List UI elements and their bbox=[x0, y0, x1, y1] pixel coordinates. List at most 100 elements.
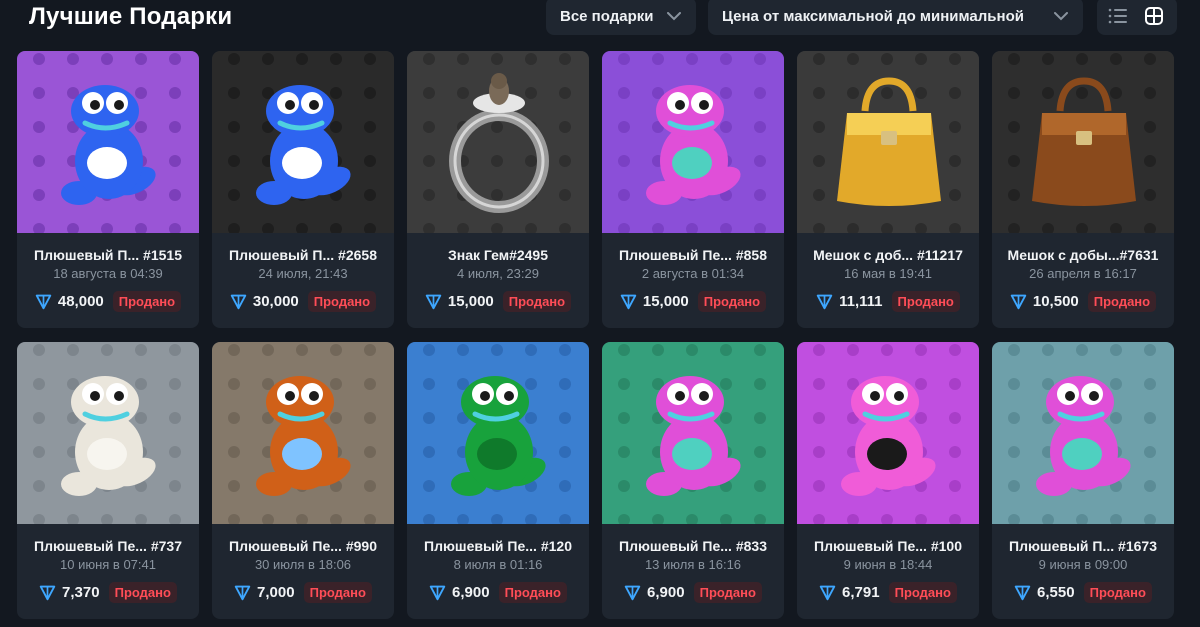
gift-price: 7,370 bbox=[62, 584, 100, 601]
gift-price: 6,900 bbox=[452, 584, 490, 601]
ton-icon bbox=[816, 293, 833, 310]
gift-card[interactable]: Плюшевый Пе... #120 8 июля в 01:16 6,900 Пр… bbox=[407, 342, 589, 619]
gift-card[interactable]: Знак Гем#2495 4 июля, 23:29 15,000 Продано bbox=[407, 51, 589, 328]
gift-name: Плюшевый Пе... #833 bbox=[619, 538, 767, 554]
gift-price: 6,550 bbox=[1037, 584, 1075, 601]
gift-date: 9 июня в 09:00 bbox=[1038, 557, 1128, 572]
gift-card[interactable]: Плюшевый Пе... #833 13 июля в 16:16 6,900 П… bbox=[602, 342, 784, 619]
gift-image bbox=[407, 51, 589, 233]
gift-date: 18 августа в 04:39 bbox=[53, 266, 163, 281]
page-title: Лучшие Подарки bbox=[29, 3, 233, 30]
status-badge: Продано bbox=[498, 582, 567, 603]
gift-date: 2 августа в 01:34 bbox=[641, 266, 745, 281]
gift-name: Плюшевый П... #1673 bbox=[1009, 538, 1157, 554]
header: Лучшие Подарки Все подарки Цена от макси… bbox=[0, 0, 1200, 38]
gift-image bbox=[602, 51, 784, 233]
price-row: 6,550 Продано bbox=[992, 582, 1174, 603]
gift-name: Мешок с добы...#7631 bbox=[1007, 247, 1159, 263]
gift-card[interactable]: Плюшевый П... #1673 9 июня в 09:00 6,550 Пр… bbox=[992, 342, 1174, 619]
status-badge: Продано bbox=[1087, 291, 1157, 312]
gift-date: 9 июня в 18:44 bbox=[843, 557, 933, 572]
gift-date: 8 июля в 01:16 bbox=[453, 557, 543, 572]
price-row: 10,500 Продано bbox=[992, 291, 1174, 312]
gift-date: 13 июля в 16:16 bbox=[644, 557, 742, 572]
price-row: 11,111 Продано bbox=[797, 291, 979, 312]
gift-image bbox=[992, 342, 1174, 524]
ton-icon bbox=[819, 584, 836, 601]
ton-icon bbox=[624, 584, 641, 601]
gift-price: 6,791 bbox=[842, 584, 880, 601]
status-badge: Продано bbox=[888, 582, 957, 603]
gift-date: 10 июня в 07:41 bbox=[60, 557, 156, 572]
gift-image bbox=[797, 51, 979, 233]
gift-name: Плюшевый П... #2658 bbox=[229, 247, 377, 263]
price-row: 7,370 Продано bbox=[17, 582, 199, 603]
ton-icon bbox=[1010, 293, 1027, 310]
status-badge: Продано bbox=[303, 582, 372, 603]
list-view-icon[interactable] bbox=[1099, 0, 1137, 35]
price-row: 15,000 Продано bbox=[407, 291, 589, 312]
gift-card[interactable]: Плюшевый Пе... #858 2 августа в 01:34 15,0… bbox=[602, 51, 784, 328]
status-badge: Продано bbox=[307, 291, 377, 312]
status-badge: Продано bbox=[1083, 582, 1152, 603]
gift-card[interactable]: Мешок с добы...#7631 26 апреля в 16:17 10,… bbox=[992, 51, 1174, 328]
gift-date: 26 апреля в 16:17 bbox=[1029, 266, 1137, 281]
ton-icon bbox=[1014, 584, 1031, 601]
price-row: 30,000 Продано bbox=[212, 291, 394, 312]
gift-image bbox=[797, 342, 979, 524]
gift-card[interactable]: Мешок с доб... #11217 16 мая в 19:41 11,11… bbox=[797, 51, 979, 328]
price-row: 7,000 Продано bbox=[212, 582, 394, 603]
gift-card[interactable]: Плюшевый Пе... #737 10 июня в 07:41 7,370 П… bbox=[17, 342, 199, 619]
status-badge: Продано bbox=[891, 291, 960, 312]
chevron-down-icon bbox=[666, 8, 682, 24]
gift-card[interactable]: Плюшевый П... #1515 18 августа в 04:39 48,… bbox=[17, 51, 199, 328]
gift-date: 4 июля, 23:29 bbox=[457, 266, 539, 281]
gift-card[interactable]: Плюшевый Пе... #100 9 июня в 18:44 6,791 Пр… bbox=[797, 342, 979, 619]
gift-price: 6,900 bbox=[647, 584, 685, 601]
gift-image bbox=[17, 51, 199, 233]
gift-name: Знак Гем#2495 bbox=[447, 247, 549, 263]
gift-name: Плюшевый Пе... #100 bbox=[814, 538, 962, 554]
chevron-down-icon bbox=[1053, 8, 1069, 24]
price-row: 15,000 Продано bbox=[602, 291, 784, 312]
price-row: 6,900 Продано bbox=[407, 582, 589, 603]
gift-price: 48,000 bbox=[57, 293, 104, 310]
gift-image bbox=[602, 342, 784, 524]
gift-date: 16 мая в 19:41 bbox=[844, 266, 932, 281]
gift-price: 7,000 bbox=[257, 584, 295, 601]
gift-image bbox=[212, 51, 394, 233]
gift-price: 30,000 bbox=[252, 293, 299, 310]
ton-icon bbox=[429, 584, 446, 601]
gift-date: 24 июля, 21:43 bbox=[258, 266, 348, 281]
price-row: 48,000 Продано bbox=[17, 291, 199, 312]
gift-image bbox=[407, 342, 589, 524]
gift-name: Плюшевый Пе... #120 bbox=[424, 538, 572, 554]
sort-dropdown[interactable]: Цена от максимальной до минимальной bbox=[708, 0, 1083, 35]
price-row: 6,900 Продано bbox=[602, 582, 784, 603]
ton-icon bbox=[39, 584, 56, 601]
gift-date: 30 июля в 18:06 bbox=[254, 557, 352, 572]
gift-card[interactable]: Плюшевый П... #2658 24 июля, 21:43 30,000 П… bbox=[212, 51, 394, 328]
status-badge: Продано bbox=[693, 582, 762, 603]
grid-view-icon[interactable] bbox=[1135, 0, 1173, 35]
gift-image bbox=[212, 342, 394, 524]
ton-icon bbox=[234, 584, 251, 601]
gift-name: Плюшевый Пе... #737 bbox=[34, 538, 182, 554]
ton-icon bbox=[620, 293, 637, 310]
gift-price: 15,000 bbox=[447, 293, 494, 310]
gift-price: 11,111 bbox=[839, 293, 883, 310]
filter-dropdown[interactable]: Все подарки bbox=[546, 0, 696, 35]
gift-image bbox=[992, 51, 1174, 233]
gift-name: Плюшевый Пе... #990 bbox=[229, 538, 377, 554]
ton-icon bbox=[35, 293, 52, 310]
status-badge: Продано bbox=[697, 291, 767, 312]
gift-name: Плюшевый П... #1515 bbox=[34, 247, 182, 263]
sort-dropdown-label: Цена от максимальной до минимальной bbox=[722, 7, 1024, 25]
filter-dropdown-label: Все подарки bbox=[560, 7, 654, 25]
gift-name: Плюшевый Пе... #858 bbox=[619, 247, 767, 263]
gift-card[interactable]: Плюшевый Пе... #990 30 июля в 18:06 7,000 П… bbox=[212, 342, 394, 619]
ton-icon bbox=[425, 293, 442, 310]
gift-image bbox=[17, 342, 199, 524]
status-badge: Продано bbox=[502, 291, 572, 312]
price-row: 6,791 Продано bbox=[797, 582, 979, 603]
